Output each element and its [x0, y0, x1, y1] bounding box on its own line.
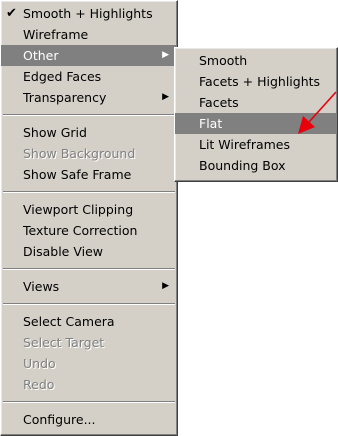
viewport-context-menu: ✔ Smooth + Highlights Wireframe Other ▶ …: [0, 0, 178, 436]
check-icon: ✔: [6, 6, 17, 21]
submenu-arrow-icon: ▶: [162, 281, 169, 291]
menu-separator: [3, 268, 175, 270]
menu-item-other[interactable]: Other ▶: [1, 45, 177, 66]
other-submenu: Smooth Facets + Highlights Facets Flat L…: [174, 47, 338, 182]
submenu-item-flat[interactable]: Flat: [175, 113, 337, 134]
menu-item-wireframe[interactable]: Wireframe: [1, 24, 177, 45]
menu-separator: [3, 114, 175, 116]
menu-item-edged-faces[interactable]: Edged Faces: [1, 66, 177, 87]
menu-item-show-background: Show Background: [23, 146, 136, 161]
submenu-item-bounding-box[interactable]: Bounding Box: [175, 155, 337, 176]
menu-item-configure[interactable]: Configure...: [1, 409, 177, 430]
menu-item-select-target: Select Target: [23, 335, 105, 350]
menu-item-show-safe-frame[interactable]: Show Safe Frame: [1, 164, 177, 185]
menu-separator: [3, 401, 175, 403]
submenu-item-smooth[interactable]: Smooth: [175, 50, 337, 71]
submenu-arrow-icon: ▶: [162, 92, 169, 102]
menu-item-show-grid[interactable]: Show Grid: [1, 122, 177, 143]
submenu-item-facets[interactable]: Facets: [175, 92, 337, 113]
menu-separator: [3, 191, 175, 193]
menu-item-disable-view[interactable]: Disable View: [1, 241, 177, 262]
submenu-item-facets-highlights[interactable]: Facets + Highlights: [175, 71, 337, 92]
menu-separator: [3, 303, 175, 305]
menu-item-smooth-highlights[interactable]: ✔ Smooth + Highlights: [1, 3, 177, 24]
menu-item-texture-correction[interactable]: Texture Correction: [1, 220, 177, 241]
submenu-arrow-icon: ▶: [162, 50, 169, 60]
menu-item-views[interactable]: Views ▶: [1, 276, 177, 297]
submenu-item-lit-wireframes[interactable]: Lit Wireframes: [175, 134, 337, 155]
menu-item-transparency[interactable]: Transparency ▶: [1, 87, 177, 108]
menu-item-redo: Redo: [23, 377, 55, 392]
menu-item-undo: Undo: [23, 356, 56, 371]
menu-item-select-camera[interactable]: Select Camera: [1, 311, 177, 332]
menu-item-viewport-clipping[interactable]: Viewport Clipping: [1, 199, 177, 220]
